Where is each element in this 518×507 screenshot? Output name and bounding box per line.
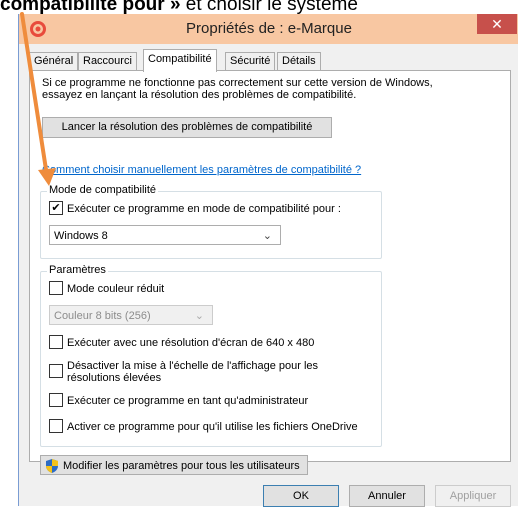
window-title: Propriétés de : e-Marque	[186, 20, 352, 37]
title-bar: Propriétés de : e-Marque ✕	[19, 14, 518, 44]
res-640-row[interactable]: Exécuter avec une résolution d'écran de …	[49, 335, 315, 350]
description-text: Si ce programme ne fonctionne pas correc…	[42, 77, 433, 101]
color-depth-select[interactable]: Couleur 8 bits (256) ⌄	[49, 305, 213, 325]
os-select[interactable]: Windows 8 ⌄	[49, 225, 281, 245]
uac-shield-icon	[46, 459, 58, 474]
reduced-color-label: Mode couleur réduit	[67, 282, 165, 295]
res-640-label: Exécuter avec une résolution d'écran de …	[67, 336, 315, 349]
compat-mode-label: Exécuter ce programme en mode de compati…	[67, 202, 341, 215]
res-640-checkbox[interactable]	[49, 335, 63, 349]
ok-button[interactable]: OK	[263, 485, 339, 507]
all-users-button[interactable]: Modifier les paramètres pour tous les ut…	[40, 455, 308, 475]
tab-details[interactable]: Détails	[277, 52, 321, 71]
reduced-color-row[interactable]: Mode couleur réduit	[49, 281, 165, 296]
compatibility-panel: Si ce programme ne fonctionne pas correc…	[29, 70, 511, 475]
dpi-label-line1: Désactiver la mise à l'échelle de l'affi…	[67, 360, 319, 372]
chevron-down-icon: ⌄	[194, 310, 204, 322]
caption-rest: et choisir le système	[180, 0, 358, 15]
admin-checkbox[interactable]	[49, 393, 63, 407]
apply-button[interactable]: Appliquer	[435, 485, 511, 507]
admin-label: Exécuter ce programme en tant qu'adminis…	[67, 394, 309, 407]
os-select-value: Windows 8	[54, 230, 108, 242]
tab-security[interactable]: Sécurité	[225, 52, 276, 71]
dpi-row[interactable]: Désactiver la mise à l'échelle de l'affi…	[49, 360, 318, 384]
dpi-checkbox[interactable]	[49, 364, 63, 378]
onedrive-row[interactable]: Activer ce programme pour qu'il utilise …	[49, 419, 358, 434]
chevron-down-icon: ⌄	[262, 230, 272, 242]
compat-mode-title: Mode de compatibilité	[47, 184, 159, 196]
onedrive-label: Activer ce programme pour qu'il utilise …	[67, 420, 358, 433]
compat-mode-checkbox[interactable]: ✔	[49, 201, 63, 215]
close-button[interactable]: ✕	[477, 14, 517, 34]
color-depth-value: Couleur 8 bits (256)	[54, 310, 151, 322]
settings-title: Paramètres	[47, 264, 108, 276]
cancel-button[interactable]: Annuler	[349, 485, 425, 507]
reduced-color-checkbox[interactable]	[49, 281, 63, 295]
properties-dialog: Propriétés de : e-Marque ✕ Général Racco…	[18, 14, 518, 507]
tab-general[interactable]: Général	[29, 52, 79, 71]
settings-group: Paramètres Mode couleur réduit Couleur 8…	[40, 264, 382, 447]
compat-mode-row[interactable]: ✔ Exécuter ce programme en mode de compat…	[49, 201, 341, 216]
caption-bold: compatibilité pour »	[0, 0, 181, 15]
compat-mode-group: Mode de compatibilité ✔ Exécuter ce progr…	[40, 184, 382, 259]
tab-shortcut[interactable]: Raccourci	[78, 52, 137, 71]
onedrive-checkbox[interactable]	[49, 419, 63, 433]
troubleshoot-button[interactable]: Lancer la résolution des problèmes de co…	[42, 117, 332, 138]
admin-row[interactable]: Exécuter ce programme en tant qu'adminis…	[49, 393, 309, 408]
all-users-label: Modifier les paramètres pour tous les ut…	[63, 460, 300, 472]
dpi-label-line2: résolutions élevées	[67, 372, 162, 384]
tab-compatibility[interactable]: Compatibilité	[143, 49, 217, 72]
manual-settings-link[interactable]: Comment choisir manuellement les paramèt…	[42, 164, 361, 176]
